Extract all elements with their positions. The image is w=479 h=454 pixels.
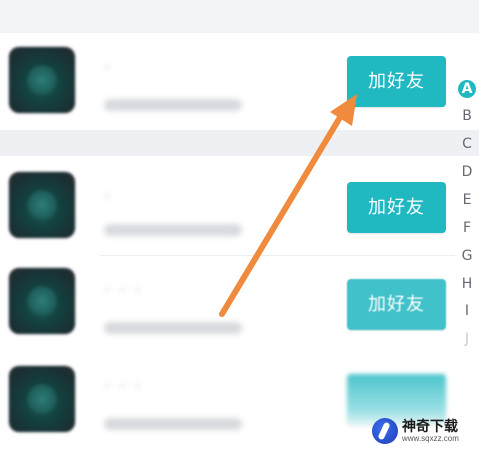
- index-letter-f[interactable]: F: [458, 219, 476, 237]
- watermark-url: www.sqxzz.com: [402, 434, 459, 443]
- add-friend-button[interactable]: 加好友: [347, 56, 446, 107]
- friend-row[interactable]: · · · 加好友: [0, 256, 455, 356]
- friend-subtitle: [104, 99, 242, 111]
- watermark-title: 神奇下载: [402, 418, 458, 434]
- top-band: [0, 0, 479, 33]
- index-letter-a[interactable]: A: [458, 80, 476, 98]
- index-letter-b[interactable]: B: [458, 107, 476, 125]
- index-letter-i[interactable]: I: [458, 302, 476, 320]
- friend-subtitle: [104, 322, 242, 334]
- add-friend-button[interactable]: 加好友: [347, 182, 446, 233]
- avatar: [9, 47, 75, 113]
- index-letter-d[interactable]: D: [458, 163, 476, 181]
- friend-subtitle: [104, 224, 242, 236]
- friend-row[interactable]: · 加好友: [0, 33, 455, 127]
- add-friend-button[interactable]: 加好友: [347, 279, 446, 330]
- friend-name: ·: [104, 186, 112, 207]
- friend-row[interactable]: · 加好友: [0, 156, 455, 254]
- index-letter-g[interactable]: G: [458, 247, 476, 265]
- avatar: [9, 366, 75, 432]
- friend-name: · · ·: [104, 280, 143, 301]
- friend-name: ·: [104, 57, 112, 78]
- index-letter-j[interactable]: J: [458, 330, 476, 348]
- watermark: 神奇下载 www.sqxzz.com: [372, 414, 476, 448]
- avatar: [9, 268, 75, 334]
- watermark-logo-icon: [372, 418, 398, 444]
- friend-name: · · ·: [104, 376, 143, 397]
- friend-subtitle: [104, 418, 242, 430]
- avatar: [9, 172, 75, 238]
- index-letter-e[interactable]: E: [458, 191, 476, 209]
- index-letter-c[interactable]: C: [458, 135, 476, 153]
- section-divider: [0, 130, 479, 156]
- index-letter-h[interactable]: H: [458, 275, 476, 293]
